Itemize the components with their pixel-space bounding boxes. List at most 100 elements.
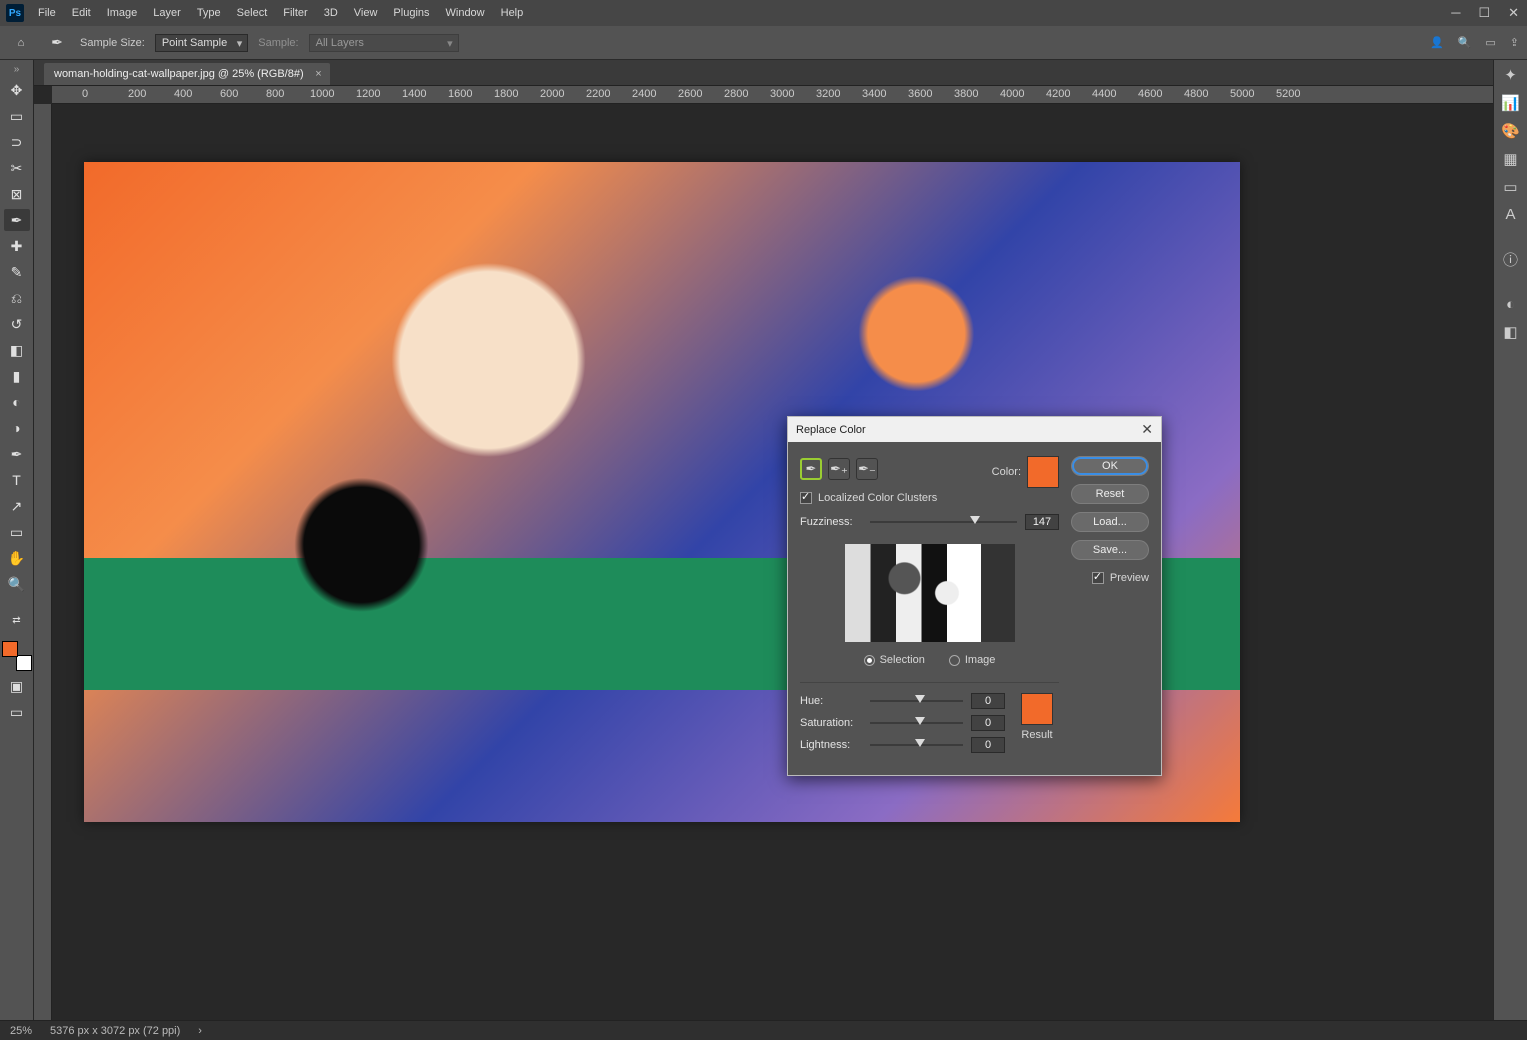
adjustments-icon[interactable]: ◐	[1506, 296, 1515, 313]
close-button[interactable]: ✕	[1506, 3, 1521, 23]
menu-type[interactable]: Type	[189, 3, 229, 23]
dodge-tool[interactable]: ◑	[4, 417, 30, 439]
save-button[interactable]: Save...	[1071, 540, 1149, 560]
shape-tool[interactable]: ▭	[4, 521, 30, 543]
fuzziness-value[interactable]: 147	[1025, 514, 1059, 530]
path-tool[interactable]: ↗	[4, 495, 30, 517]
hue-slider[interactable]	[870, 694, 963, 708]
menu-bar: File Edit Image Layer Type Select Filter…	[30, 3, 531, 23]
saturation-label: Saturation:	[800, 717, 862, 729]
quickmask-tool[interactable]: ▣	[4, 675, 30, 697]
swap-colors-icon[interactable]: ⇄	[4, 609, 30, 631]
lightness-label: Lightness:	[800, 739, 862, 751]
vertical-ruler	[34, 104, 52, 1020]
type-tool[interactable]: T	[4, 469, 30, 491]
brush-tool[interactable]: ✎	[4, 261, 30, 283]
preview-checkbox[interactable]	[1092, 572, 1104, 584]
menu-edit[interactable]: Edit	[64, 3, 99, 23]
gradient-tool[interactable]: ▮	[4, 365, 30, 387]
status-chevron-icon[interactable]: ›	[198, 1025, 202, 1037]
search-icon[interactable]: 🔍	[1458, 36, 1472, 49]
marquee-tool[interactable]: ▭	[4, 105, 30, 127]
menu-3d[interactable]: 3D	[316, 3, 346, 23]
current-tool-icon[interactable]: ✒	[44, 32, 70, 54]
cloud-icon[interactable]: 👤	[1430, 36, 1444, 49]
home-button[interactable]: ⌂	[8, 30, 34, 56]
tab-close-icon[interactable]: ×	[315, 68, 321, 80]
frame-tool[interactable]: ⊠	[4, 183, 30, 205]
eyedropper-subtract-icon[interactable]: ✒₋	[856, 458, 878, 480]
sample-select: All Layers	[309, 34, 459, 52]
screenmode-tool[interactable]: ▭	[4, 701, 30, 723]
layers-icon[interactable]: ◧	[1503, 323, 1517, 341]
canvas-viewport[interactable]: Replace Color ✕ ✒ ✒₊ ✒₋ Color: Localized…	[52, 104, 1493, 1020]
image-radio-label: Image	[965, 654, 996, 666]
tools-panel: » ✥ ▭ ⊃ ✂ ⊠ ✒ ✚ ✎ ⎌ ↺ ◧ ▮ ◐ ◑ ✒ T ↗ ▭ ✋ …	[0, 60, 34, 1020]
menu-select[interactable]: Select	[229, 3, 276, 23]
menu-help[interactable]: Help	[493, 3, 532, 23]
image-radio[interactable]	[949, 655, 960, 666]
menu-file[interactable]: File	[30, 3, 64, 23]
fuzziness-label: Fuzziness:	[800, 516, 862, 528]
color-label: Color:	[992, 466, 1021, 478]
hue-value[interactable]: 0	[971, 693, 1005, 709]
color-icon[interactable]: 🎨	[1501, 122, 1520, 140]
stamp-tool[interactable]: ⎌	[4, 287, 30, 309]
crop-tool[interactable]: ✂	[4, 157, 30, 179]
swatches-icon[interactable]: ▦	[1503, 150, 1517, 168]
result-swatch[interactable]	[1021, 693, 1053, 725]
heal-tool[interactable]: ✚	[4, 235, 30, 257]
histogram-icon[interactable]: 📊	[1501, 94, 1520, 112]
reset-button[interactable]: Reset	[1071, 484, 1149, 504]
lightness-value[interactable]: 0	[971, 737, 1005, 753]
hand-tool[interactable]: ✋	[4, 547, 30, 569]
character-icon[interactable]: A	[1505, 206, 1515, 223]
eyedropper-tool[interactable]: ✒	[4, 209, 30, 231]
workspace-icon[interactable]: ▭	[1485, 36, 1495, 49]
zoom-tool[interactable]: 🔍	[4, 573, 30, 595]
localized-clusters-checkbox[interactable]	[800, 492, 812, 504]
eyedropper-icon[interactable]: ✒	[800, 458, 822, 480]
history-brush-tool[interactable]: ↺	[4, 313, 30, 335]
learn-icon[interactable]: ✦	[1504, 66, 1517, 84]
zoom-level[interactable]: 25%	[10, 1025, 32, 1037]
options-bar: ⌂ ✒ Sample Size: Point Sample Sample: Al…	[0, 26, 1527, 60]
color-swatch[interactable]	[1027, 456, 1059, 488]
menu-filter[interactable]: Filter	[275, 3, 315, 23]
pen-tool[interactable]: ✒	[4, 443, 30, 465]
saturation-value[interactable]: 0	[971, 715, 1005, 731]
selection-radio-label: Selection	[880, 654, 925, 666]
menu-view[interactable]: View	[346, 3, 386, 23]
libraries-icon[interactable]: ▭	[1503, 178, 1517, 196]
document-dims: 5376 px x 3072 px (72 ppi)	[50, 1025, 180, 1037]
blur-tool[interactable]: ◐	[4, 391, 30, 413]
result-label: Result	[1021, 729, 1052, 741]
move-tool[interactable]: ✥	[4, 79, 30, 101]
eyedropper-add-icon[interactable]: ✒₊	[828, 458, 850, 480]
share-icon[interactable]: ⇪	[1510, 36, 1519, 49]
document-tab[interactable]: woman-holding-cat-wallpaper.jpg @ 25% (R…	[44, 63, 330, 85]
dialog-close-icon[interactable]: ✕	[1141, 421, 1153, 438]
sample-size-label: Sample Size:	[80, 37, 145, 49]
menu-layer[interactable]: Layer	[145, 3, 189, 23]
menu-image[interactable]: Image	[99, 3, 146, 23]
ok-button[interactable]: OK	[1071, 456, 1149, 476]
document-area: woman-holding-cat-wallpaper.jpg @ 25% (R…	[34, 60, 1493, 1020]
maximize-button[interactable]: ☐	[1476, 3, 1492, 23]
selection-radio[interactable]	[864, 655, 875, 666]
load-button[interactable]: Load...	[1071, 512, 1149, 532]
menu-plugins[interactable]: Plugins	[385, 3, 437, 23]
status-bar: 25% 5376 px x 3072 px (72 ppi) ›	[0, 1020, 1527, 1040]
fuzziness-slider[interactable]	[870, 515, 1017, 529]
lightness-slider[interactable]	[870, 738, 963, 752]
saturation-slider[interactable]	[870, 716, 963, 730]
minimize-button[interactable]: ─	[1449, 3, 1462, 23]
menu-window[interactable]: Window	[438, 3, 493, 23]
fg-bg-colors[interactable]	[2, 641, 32, 671]
eraser-tool[interactable]: ◧	[4, 339, 30, 361]
lasso-tool[interactable]: ⊃	[4, 131, 30, 153]
sample-size-select[interactable]: Point Sample	[155, 34, 248, 52]
dialog-titlebar[interactable]: Replace Color ✕	[788, 417, 1161, 442]
document-tab-title: woman-holding-cat-wallpaper.jpg @ 25% (R…	[54, 68, 304, 80]
info-icon[interactable]: ⓘ	[1503, 249, 1518, 270]
